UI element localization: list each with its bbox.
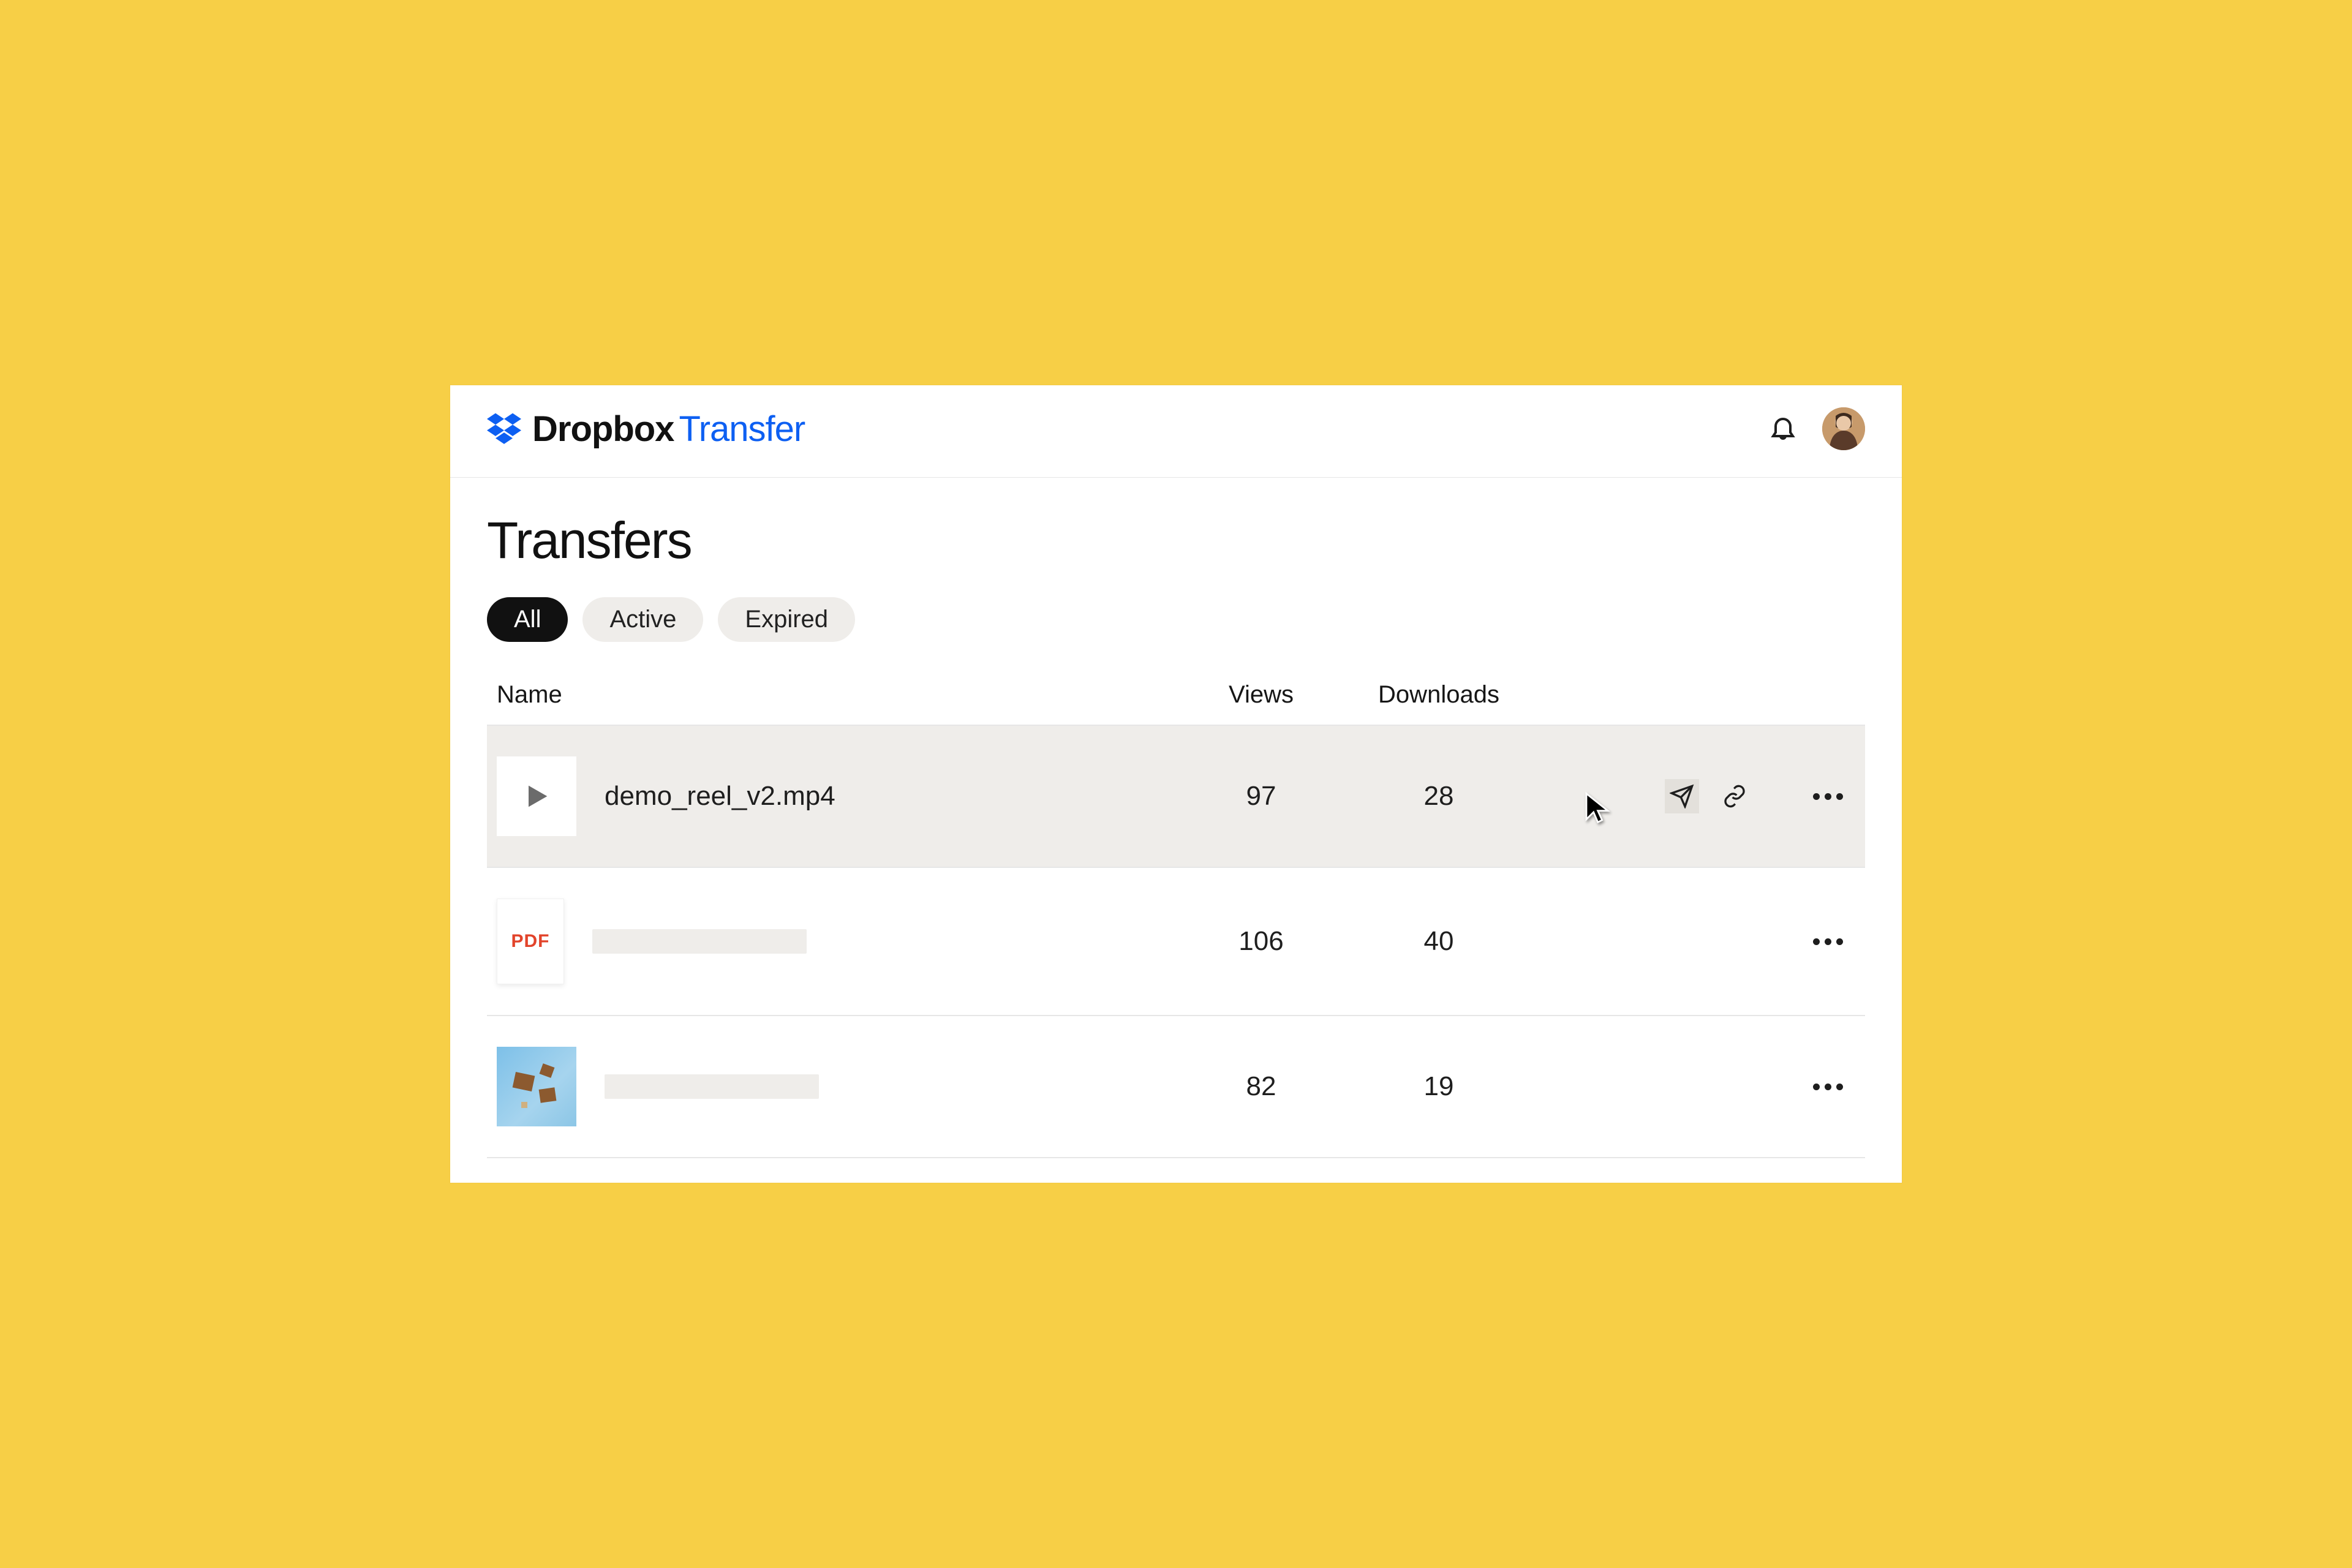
table-row[interactable]: 82 19 <box>487 1016 1865 1158</box>
header: DropboxTransfer <box>450 385 1902 478</box>
filter-active[interactable]: Active <box>582 597 703 642</box>
downloads-value: 19 <box>1341 1071 1537 1102</box>
send-icon[interactable] <box>1665 779 1699 813</box>
video-thumb-icon <box>497 756 576 836</box>
image-thumb-icon <box>497 1047 576 1126</box>
brand-sub: Transfer <box>679 409 805 449</box>
col-name: Name <box>497 681 1182 709</box>
filter-expired[interactable]: Expired <box>718 597 855 642</box>
row-actions <box>1537 1077 1855 1096</box>
views-value: 97 <box>1182 781 1341 812</box>
row-actions <box>1537 932 1855 951</box>
filter-pills: All Active Expired <box>487 597 1865 642</box>
copy-link-icon[interactable] <box>1717 779 1752 813</box>
file-name-placeholder <box>605 1074 819 1099</box>
avatar[interactable] <box>1822 407 1865 450</box>
more-icon[interactable] <box>1807 787 1849 806</box>
more-icon[interactable] <box>1807 1077 1849 1096</box>
table-row[interactable]: demo_reel_v2.mp4 97 28 <box>487 726 1865 868</box>
table-header: Name Views Downloads <box>487 675 1865 726</box>
col-views: Views <box>1182 681 1341 709</box>
brand-name: Dropbox <box>532 409 674 449</box>
downloads-value: 28 <box>1341 781 1537 812</box>
dropbox-logo-icon <box>487 410 521 448</box>
pdf-thumb-icon: PDF <box>497 899 564 984</box>
brand[interactable]: DropboxTransfer <box>487 409 805 450</box>
col-downloads: Downloads <box>1341 681 1537 709</box>
app-window: DropboxTransfer Transfers All Active <box>450 385 1902 1183</box>
views-value: 106 <box>1182 926 1341 957</box>
transfers-table: Name Views Downloads demo_reel_v2.mp4 97… <box>487 675 1865 1158</box>
downloads-value: 40 <box>1341 926 1537 957</box>
body: Transfers All Active Expired Name Views … <box>450 478 1902 1183</box>
filter-all[interactable]: All <box>487 597 568 642</box>
page-title: Transfers <box>487 511 1865 570</box>
table-row[interactable]: PDF 106 40 <box>487 868 1865 1016</box>
row-actions <box>1537 779 1855 813</box>
header-actions <box>1768 407 1865 450</box>
views-value: 82 <box>1182 1071 1341 1102</box>
more-icon[interactable] <box>1807 932 1849 951</box>
file-name: demo_reel_v2.mp4 <box>605 781 835 812</box>
notifications-icon[interactable] <box>1768 413 1798 445</box>
file-name-placeholder <box>592 929 807 954</box>
